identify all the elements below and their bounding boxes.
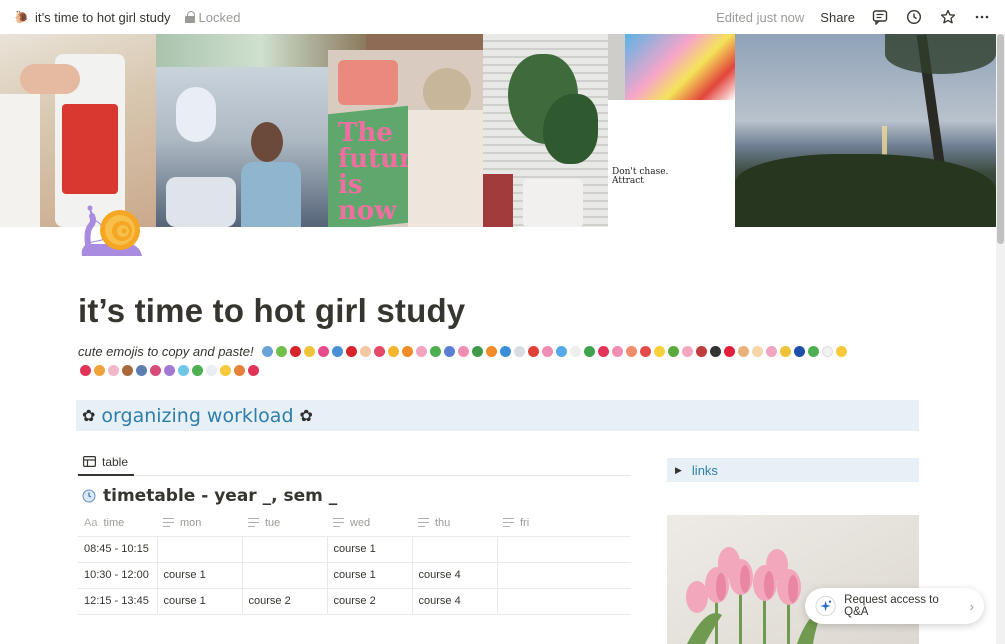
text-lines-icon	[248, 517, 259, 527]
snail-icon: 🐌	[14, 10, 29, 24]
breadcrumb[interactable]: 🐌 it’s time to hot girl study	[14, 10, 171, 25]
cover-photo-ocean	[735, 34, 996, 227]
lock-icon	[184, 11, 195, 23]
table-cell[interactable]: course 1	[327, 562, 413, 589]
table-header-row: Aa time mon tue wed thu fri	[78, 510, 631, 537]
table-row[interactable]: 10:30 - 12:00 course 1 course 1 course 4	[78, 562, 631, 589]
cover-quote-line2: Attract	[612, 176, 644, 186]
column-header-tue[interactable]: tue	[242, 510, 327, 537]
table-cell[interactable]: 12:15 - 13:45	[78, 588, 158, 615]
table-cell[interactable]	[497, 562, 631, 589]
table-cell[interactable]	[242, 536, 328, 563]
table-cell[interactable]	[242, 562, 328, 589]
links-toggle[interactable]: ▶ links	[667, 458, 919, 482]
database-title[interactable]: timetable - year _, sem _	[82, 486, 337, 506]
request-qa-label: Request access to Q&A	[844, 594, 939, 618]
table-row[interactable]: 12:15 - 13:45 course 1 course 2 course 2…	[78, 588, 631, 615]
column-header-label: fri	[520, 516, 530, 529]
cover-photo-hand-drink	[0, 34, 156, 227]
sparkle-icon	[815, 595, 836, 617]
database-title-text: timetable - year _, sem _	[103, 486, 338, 506]
comment-icon[interactable]	[871, 8, 889, 26]
table-cell[interactable]: course 1	[327, 536, 413, 563]
column-header-label: tue	[265, 516, 281, 529]
scrollbar-thumb[interactable]	[997, 34, 1004, 244]
tab-table-label: table	[102, 454, 129, 469]
table-cell[interactable]: 08:45 - 10:15	[78, 536, 158, 563]
section-heading-text: organizing workload	[101, 404, 294, 427]
table-cell[interactable]: course 2	[242, 588, 328, 615]
text-lines-icon	[333, 517, 344, 527]
table-cell[interactable]: course 4	[412, 588, 498, 615]
cover-book-text: The future is now	[338, 118, 430, 226]
column-header-label: wed	[350, 516, 371, 529]
page-title[interactable]: it’s time to hot girl study	[78, 292, 465, 330]
flower-icon: ✿	[299, 407, 313, 425]
snail-icon[interactable]	[80, 200, 144, 260]
edited-status: Edited just now	[716, 9, 805, 25]
table-icon	[83, 456, 96, 467]
table-row[interactable]: 08:45 - 10:15 course 1	[78, 536, 631, 563]
cover-photo-shelf	[366, 34, 483, 50]
history-icon[interactable]	[905, 8, 923, 26]
star-icon[interactable]	[939, 8, 957, 26]
cover-photo-art	[625, 34, 735, 100]
tab-table-view[interactable]: table	[78, 449, 135, 476]
text-lines-icon	[503, 517, 514, 527]
triangle-right-icon[interactable]: ▶	[675, 465, 682, 476]
table-cell[interactable]	[157, 536, 243, 563]
locked-label: Locked	[198, 9, 241, 25]
locked-indicator[interactable]: Locked	[184, 9, 241, 25]
top-bar: 🐌 it’s time to hot girl study Locked Edi…	[0, 0, 1005, 34]
table-cell[interactable]	[497, 588, 631, 615]
timetable-table: Aa time mon tue wed thu fri 08:45 - 10:15…	[78, 510, 631, 615]
text-type-icon: Aa	[84, 516, 98, 529]
column-header-fri[interactable]: fri	[497, 510, 631, 537]
table-cell[interactable]: course 4	[412, 562, 498, 589]
table-cell[interactable]	[412, 536, 498, 563]
column-header-mon[interactable]: mon	[157, 510, 242, 537]
column-header-label: mon	[180, 516, 202, 529]
flower-icon: ✿	[82, 407, 96, 425]
text-lines-icon	[163, 517, 174, 527]
table-cell[interactable]: 10:30 - 12:00	[78, 562, 158, 589]
cover-image: The future is now Don't chase. Attract	[0, 34, 996, 227]
cover-photo-airplane	[156, 67, 328, 227]
column-header-label: time	[103, 516, 125, 529]
clock-icon	[82, 489, 96, 503]
column-header-thu[interactable]: thu	[412, 510, 497, 537]
table-cell[interactable]: course 2	[327, 588, 413, 615]
text-lines-icon	[418, 517, 429, 527]
table-cell[interactable]	[497, 536, 631, 563]
column-header-wed[interactable]: wed	[327, 510, 412, 537]
scrollbar[interactable]	[996, 34, 1005, 644]
cover-quote-card: Don't chase. Attract	[608, 100, 735, 227]
cover-photo-book: The future is now	[328, 50, 483, 227]
column-header-time[interactable]: Aa time	[78, 510, 157, 537]
cover-photo-plant	[483, 34, 625, 227]
table-cell[interactable]: course 1	[157, 588, 243, 615]
emoji-subtitle: cute emojis to copy and paste!	[78, 342, 918, 380]
section-heading-callout[interactable]: ✿ organizing workload ✿	[76, 400, 919, 431]
breadcrumb-page-title[interactable]: it’s time to hot girl study	[35, 10, 171, 25]
table-cell[interactable]: course 1	[157, 562, 243, 589]
request-qa-button[interactable]: Request access to Q&A ›	[805, 588, 984, 624]
view-tabs: table	[78, 449, 631, 476]
tulips-photo	[667, 515, 919, 644]
subtitle-text: cute emojis to copy and paste!	[78, 344, 254, 359]
links-toggle-label: links	[691, 462, 718, 478]
more-icon[interactable]	[973, 8, 991, 26]
chevron-right-icon: ›	[969, 598, 974, 614]
share-button[interactable]: Share	[820, 10, 855, 25]
column-header-label: thu	[435, 516, 451, 529]
cover-photo-art-2	[608, 34, 625, 100]
